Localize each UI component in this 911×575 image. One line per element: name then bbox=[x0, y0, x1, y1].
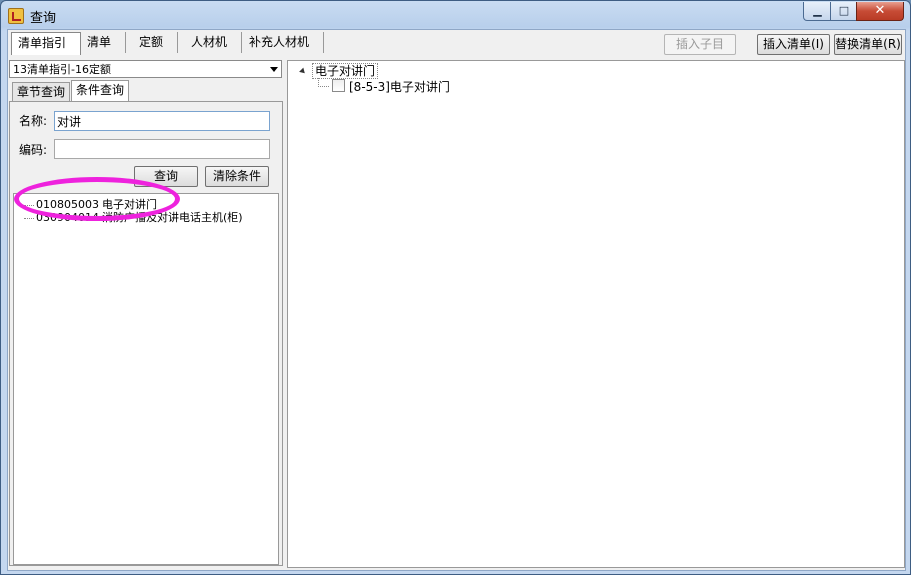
tab-labor-material-machine[interactable]: 人材机 bbox=[185, 32, 242, 53]
tab-condition-query[interactable]: 条件查询 bbox=[71, 80, 130, 102]
tree-node-label: [8-5-3]电子对讲门 bbox=[349, 80, 450, 94]
chevron-down-icon[interactable] bbox=[270, 67, 278, 72]
result-tree-pane: 电子对讲门 [8-5-3]电子对讲门 bbox=[287, 60, 905, 568]
clear-conditions-button[interactable]: 清除条件 bbox=[205, 166, 269, 187]
tree-node-label: 电子对讲门 bbox=[312, 63, 379, 79]
name-label: 名称: bbox=[19, 114, 48, 128]
tree-node-root[interactable]: 电子对讲门 bbox=[299, 62, 379, 79]
app-icon bbox=[8, 8, 24, 24]
insert-list-button[interactable]: 插入清单(I) bbox=[757, 34, 830, 55]
client-area: 清单指引 清单 定额 人材机 补充人材机 插入子目 插入清单(I) 替换清单(R… bbox=[7, 29, 906, 571]
tab-list-guide[interactable]: 清单指引 bbox=[11, 32, 81, 55]
query-window: 查询 ▁ □ ✕ 清单指引 清单 定额 人材机 补充人材机 插入子目 插入清单(… bbox=[0, 0, 911, 575]
condition-panel: 名称: 编码: 查询 清除条件 010805003电子对讲门 030904014… bbox=[9, 101, 283, 566]
name-input[interactable] bbox=[54, 111, 270, 131]
query-button[interactable]: 查询 bbox=[134, 166, 198, 187]
list-item[interactable]: 010805003 电子对讲门 bbox=[14, 196, 157, 211]
maximize-button[interactable]: □ bbox=[830, 2, 858, 21]
guide-select[interactable]: 13清单指引-16定额 bbox=[9, 60, 282, 78]
tree-connector bbox=[24, 217, 34, 219]
window-title: 查询 bbox=[30, 11, 57, 26]
replace-list-button[interactable]: 替换清单(R) bbox=[834, 34, 902, 55]
tab-supplement-labor-material-machine[interactable]: 补充人材机 bbox=[243, 32, 324, 53]
expand-arrow-icon[interactable] bbox=[299, 67, 307, 76]
left-pane: 13清单指引-16定额 章节查询 条件查询 名称: 编码: 查询 清除条件 01… bbox=[9, 58, 283, 566]
results-list[interactable]: 010805003 电子对讲门 030904014 消防广播及对讲电话主机(柜) bbox=[13, 193, 279, 565]
minimize-button[interactable]: ▁ bbox=[803, 2, 832, 21]
title-bar[interactable]: 查询 ▁ □ ✕ bbox=[1, 1, 910, 29]
guide-select-value: 13清单指引-16定额 bbox=[13, 63, 111, 76]
item-code: 030904014 bbox=[36, 211, 99, 224]
code-label: 编码: bbox=[19, 143, 48, 157]
checkbox[interactable] bbox=[332, 79, 345, 92]
close-button[interactable]: ✕ bbox=[856, 2, 904, 21]
tab-list[interactable]: 清单 bbox=[81, 32, 126, 53]
tree-node-child[interactable]: [8-5-3]电子对讲门 bbox=[318, 78, 450, 95]
item-name: 消防广播及对讲电话主机(柜) bbox=[102, 211, 243, 224]
tab-quota[interactable]: 定额 bbox=[133, 32, 178, 53]
tree-connector bbox=[24, 204, 34, 206]
tree-connector bbox=[318, 78, 329, 87]
tab-chapter-query[interactable]: 章节查询 bbox=[12, 82, 71, 102]
list-item[interactable]: 030904014 消防广播及对讲电话主机(柜) bbox=[14, 209, 243, 224]
code-input[interactable] bbox=[54, 139, 270, 159]
insert-child-button[interactable]: 插入子目 bbox=[664, 34, 736, 55]
